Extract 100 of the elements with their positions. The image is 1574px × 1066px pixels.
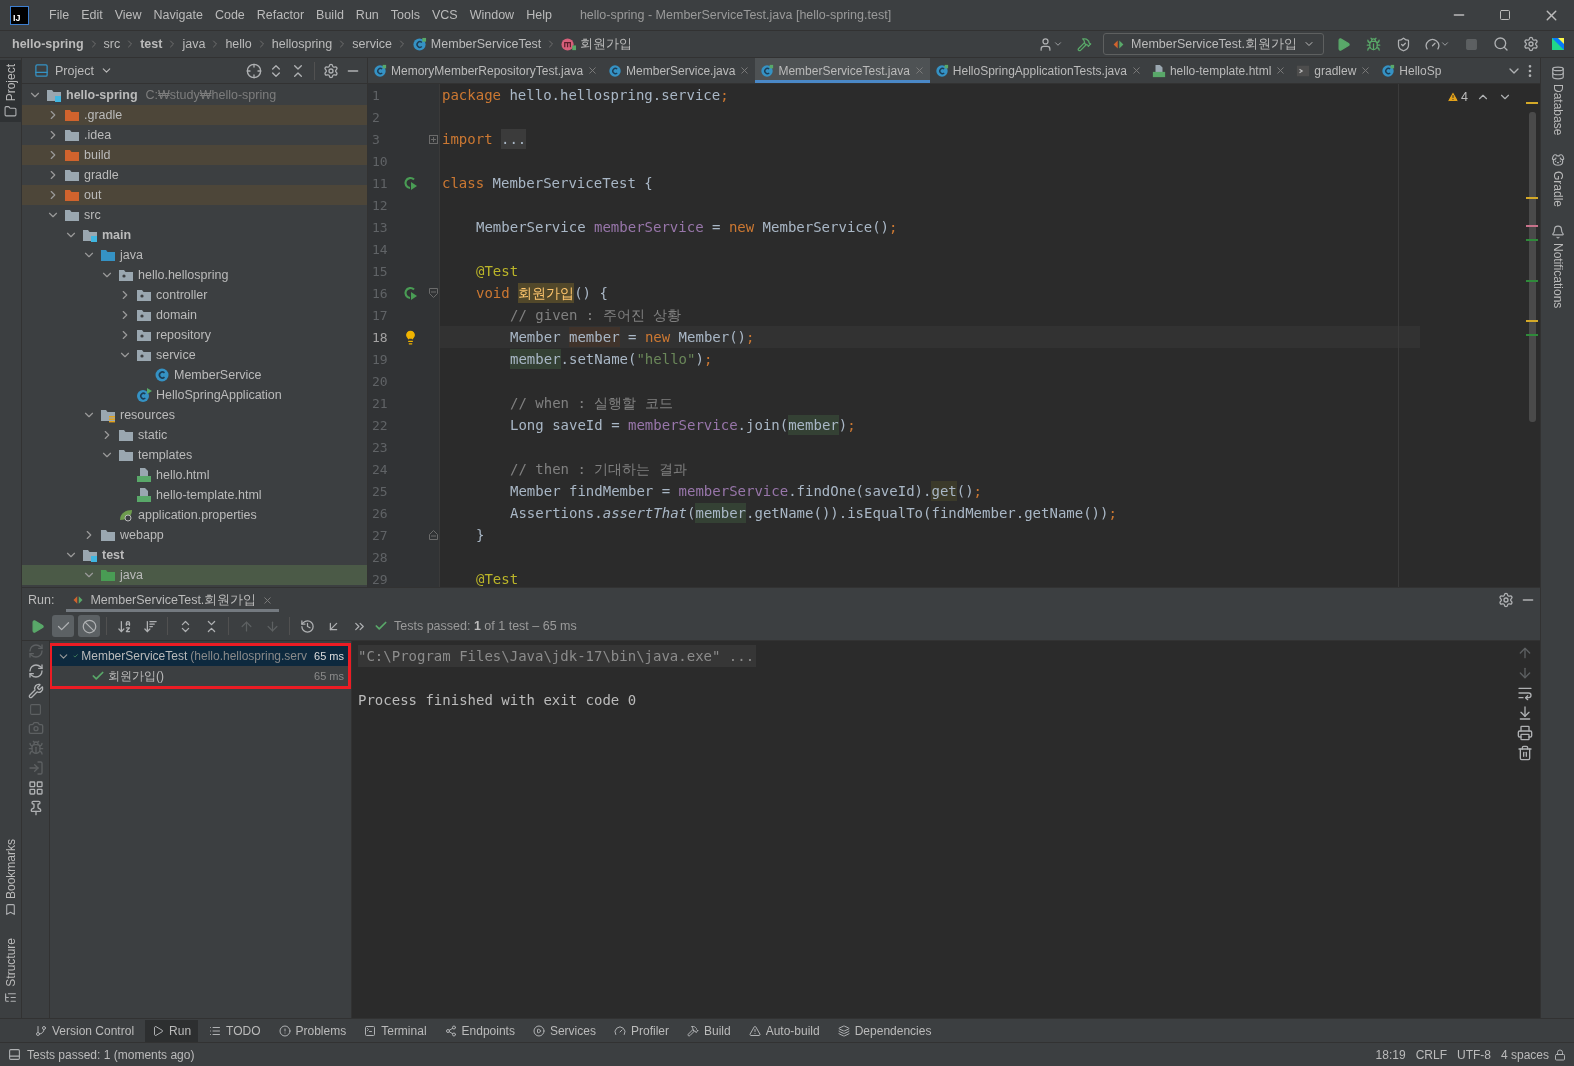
code-line: @Test: [475, 262, 520, 281]
breadcrumb[interactable]: hello-spring: [12, 37, 84, 51]
breadcrumb[interactable]: hello: [225, 37, 252, 51]
status-item[interactable]: 18:19: [1370, 1047, 1411, 1062]
menu-item[interactable]: Window: [463, 8, 521, 22]
code-line: @Test: [475, 570, 520, 587]
project-path: C:₩study₩hello-spring: [145, 88, 277, 102]
tool-window-button[interactable]: Gradle: [1550, 151, 1565, 210]
menu-item[interactable]: Tools: [384, 8, 426, 22]
tree-item[interactable]: MemberService: [22, 365, 367, 385]
tool-window-button[interactable]: Bookmarks: [0, 835, 21, 921]
tree-item[interactable]: resources: [22, 405, 367, 425]
tool-window-tab[interactable]: Dependencies: [830, 1019, 939, 1042]
console-line: Process finished with exit code 0: [358, 691, 638, 710]
editor-tab[interactable]: MemberServiceTest.java: [755, 58, 930, 83]
tree-item[interactable]: build: [22, 145, 367, 165]
code-line: Member findMember = memberService.findOne(saveId).get();: [509, 480, 984, 502]
editor-tab[interactable]: MemberService.java: [603, 58, 756, 83]
breadcrumb[interactable]: MemberServiceTest: [411, 36, 542, 52]
editor-tab[interactable]: MemoryMemberRepositoryTest.java: [368, 58, 604, 83]
menu-item[interactable]: VCS: [426, 8, 464, 22]
tree-item[interactable]: out: [22, 185, 367, 205]
tool-window-tab[interactable]: Run: [145, 1019, 199, 1042]
menu-item[interactable]: Refactor: [250, 8, 311, 22]
tree-item[interactable]: hello-spring C:₩study₩hello-spring: [22, 85, 367, 105]
breadcrumb[interactable]: test: [140, 37, 163, 51]
tree-item[interactable]: main: [22, 225, 367, 245]
tool-window-tab[interactable]: Version Control: [28, 1019, 142, 1042]
breadcrumb[interactable]: java: [182, 37, 206, 51]
tool-window-tab[interactable]: Terminal: [357, 1019, 434, 1042]
tree-item[interactable]: HelloSpringApplication: [22, 385, 367, 405]
run-label: Run:: [28, 592, 55, 609]
menu-item[interactable]: Help: [520, 8, 558, 22]
status-item[interactable]: CRLF: [1410, 1047, 1452, 1062]
test-name: 회원가입(): [108, 667, 164, 685]
warning-count[interactable]: 4: [1447, 90, 1468, 104]
tree-item[interactable]: .gradle: [22, 105, 367, 125]
tool-window-tab[interactable]: Services: [525, 1019, 603, 1042]
editor-tab[interactable]: HelloSpringApplicationTests.java: [929, 58, 1147, 83]
tree-item[interactable]: hello-template.html: [22, 485, 367, 505]
tool-window-tab[interactable]: Auto-build: [741, 1019, 827, 1042]
code-line: void 회원가입() {: [475, 282, 609, 304]
code-line: // when : 실행할 코드: [509, 394, 674, 413]
tree-item[interactable]: application.properties: [22, 505, 367, 525]
menu-item[interactable]: Run: [349, 8, 385, 22]
tool-window-tab[interactable]: Endpoints: [437, 1019, 522, 1042]
test-duration: 65 ms: [313, 650, 345, 662]
editor-tab[interactable]: gradlew: [1291, 58, 1377, 83]
code-line: }: [475, 526, 486, 545]
test-configuration-tab[interactable]: MemberServiceTest.회원가입: [66, 588, 280, 612]
code-line: Assertions.assertThat(member.getName()).isEqualTo(findMember.getName());: [509, 502, 1118, 524]
tree-item[interactable]: test: [22, 545, 367, 565]
editor-tab[interactable]: hello-template.html: [1146, 58, 1292, 83]
tree-item[interactable]: src: [22, 205, 367, 225]
menu-item[interactable]: Edit: [75, 8, 109, 22]
tool-window-tab[interactable]: Problems: [271, 1019, 354, 1042]
tree-item[interactable]: hello.html: [22, 465, 367, 485]
run-configuration-dropdown[interactable]: MemberServiceTest.회원가입: [1103, 33, 1324, 55]
tree-item[interactable]: domain: [22, 305, 367, 325]
tool-window-tab[interactable]: Build: [679, 1019, 738, 1042]
tree-item[interactable]: service: [22, 345, 367, 365]
menu-item[interactable]: File: [43, 8, 76, 22]
tree-item[interactable]: webapp: [22, 525, 367, 545]
app-logo: IJ: [10, 5, 29, 25]
code-line: member.setName("hello");: [509, 348, 714, 370]
tree-item[interactable]: repository: [22, 325, 367, 345]
line-number: 18: [371, 329, 389, 345]
breadcrumb[interactable]: 회원가입: [561, 35, 633, 53]
test-result-row[interactable]: MemberServiceTest (hello.hellospring.serv 65 ms: [52, 646, 348, 666]
code-line: import ...: [441, 128, 528, 150]
test-status: Tests passed: 1 of 1 test – 65 ms: [394, 619, 577, 633]
project-view-dropdown[interactable]: Project: [34, 63, 113, 78]
status-item[interactable]: 4 spaces: [1495, 1047, 1554, 1062]
tool-window-button[interactable]: Notifications: [1550, 223, 1565, 311]
tree-item[interactable]: gradle: [22, 165, 367, 185]
tree-item[interactable]: hello.hellospring: [22, 265, 367, 285]
breadcrumb[interactable]: service: [352, 37, 392, 51]
tree-item[interactable]: static: [22, 425, 367, 445]
tree-item[interactable]: controller: [22, 285, 367, 305]
tree-item[interactable]: java: [22, 245, 367, 265]
tool-window-tab[interactable]: Profiler: [606, 1019, 676, 1042]
code-line: Long saveId = memberService.join(member);: [509, 414, 857, 436]
status-item[interactable]: UTF-8: [1451, 1047, 1496, 1062]
menu-item[interactable]: View: [108, 8, 148, 22]
tree-item[interactable]: templates: [22, 445, 367, 465]
tree-item[interactable]: .idea: [22, 125, 367, 145]
tool-window-button[interactable]: Database: [1550, 64, 1565, 138]
tree-item[interactable]: java: [22, 565, 367, 585]
editor-tab[interactable]: HelloSp: [1376, 58, 1447, 83]
test-result-row[interactable]: 회원가입() 65 ms: [52, 666, 348, 686]
breadcrumb[interactable]: src: [103, 37, 121, 51]
tool-window-button[interactable]: Structure: [0, 934, 21, 1008]
menu-item[interactable]: Code: [208, 8, 251, 22]
menu-item[interactable]: Build: [310, 8, 350, 22]
status-message: Tests passed: 1 (moments ago): [27, 1047, 195, 1062]
menu-item[interactable]: Navigate: [147, 8, 209, 22]
code-line: // then : 기대하는 결과: [509, 460, 688, 479]
breadcrumb[interactable]: hellospring: [271, 37, 333, 51]
tool-window-tab[interactable]: TODO: [202, 1019, 268, 1042]
tool-window-button[interactable]: Project: [0, 60, 21, 123]
